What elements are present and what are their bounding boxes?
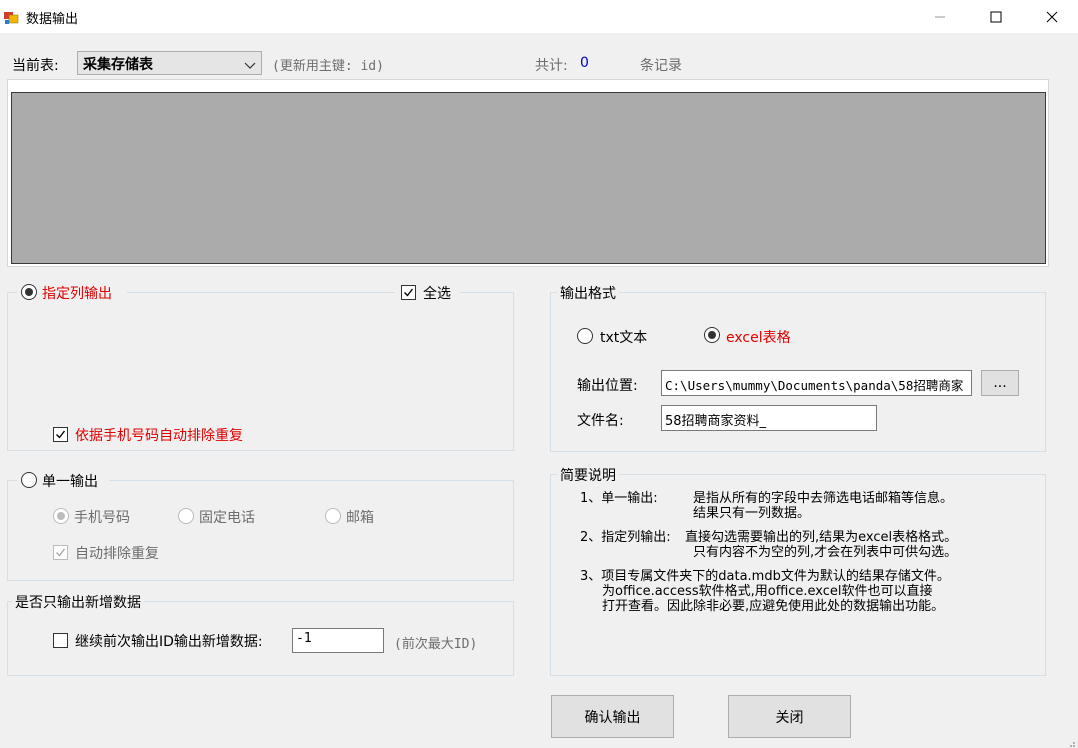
single-output-label: 单一输出 <box>42 474 98 490</box>
phone-option-label: 手机号码 <box>74 510 130 526</box>
close-button[interactable]: 关闭 <box>728 695 851 738</box>
landline-option-label: 固定电话 <box>199 510 255 526</box>
checkmark-icon <box>56 430 66 439</box>
column-output-radio[interactable] <box>21 284 37 300</box>
browse-button[interactable]: ... <box>981 370 1019 396</box>
last-id-input[interactable]: -1 <box>292 628 384 653</box>
output-location-label: 输出位置: <box>577 378 638 394</box>
table-select[interactable]: 采集存储表 <box>77 51 262 75</box>
email-option-radio[interactable] <box>325 508 341 524</box>
table-select-value: 采集存储表 <box>83 57 153 73</box>
update-key-note: (更新用主键: id) <box>272 59 384 74</box>
data-grid[interactable] <box>11 92 1046 264</box>
single-dedupe-checkbox[interactable] <box>53 545 68 560</box>
phone-option-radio[interactable] <box>53 508 69 524</box>
current-table-label: 当前表: <box>12 58 59 74</box>
landline-option-radio[interactable] <box>178 508 194 524</box>
note-1-line-1: 是指从所有的字段中去筛选电话邮箱等信息。 <box>693 491 954 506</box>
output-location-input[interactable]: C:\Users\mummy\Documents\panda\58招聘商家 <box>661 370 972 396</box>
total-count: 0 <box>580 55 589 71</box>
note-2-line-2: 只有内容不为空的列,才会在列表中可供勾选。 <box>693 545 958 560</box>
continue-id-label: 继续前次输出ID输出新增数据: <box>75 634 263 650</box>
note-2-line-1: 直接勾选需要输出的列,结果为excel表格格式。 <box>685 530 958 545</box>
txt-format-radio[interactable] <box>577 328 593 344</box>
close-window-button[interactable] <box>1024 0 1078 33</box>
minimize-icon <box>935 16 945 17</box>
email-option-label: 邮箱 <box>346 510 374 526</box>
phone-dedupe-checkbox[interactable] <box>53 427 68 442</box>
note-2-head: 2、指定列输出: <box>580 530 671 545</box>
note-3-line-1: 3、项目专属文件夹下的data.mdb文件为默认的结果存储文件。 <box>580 569 950 584</box>
single-output-radio[interactable] <box>21 472 37 488</box>
filename-label: 文件名: <box>577 413 624 429</box>
total-label: 共计: <box>535 58 568 74</box>
excel-format-label: excel表格 <box>726 330 791 346</box>
incremental-title: 是否只输出新增数据 <box>12 592 144 612</box>
checkmark-icon <box>56 548 66 557</box>
column-output-label: 指定列输出 <box>42 286 112 302</box>
window-title: 数据输出 <box>26 12 79 27</box>
maximize-icon <box>990 11 1002 22</box>
single-dedupe-label: 自动排除重复 <box>75 546 159 562</box>
select-all-checkbox[interactable] <box>401 285 416 300</box>
continue-id-checkbox[interactable] <box>53 633 68 648</box>
excel-format-radio[interactable] <box>704 327 720 343</box>
output-format-title: 输出格式 <box>557 283 619 303</box>
app-icon <box>3 9 19 25</box>
maximize-button[interactable] <box>968 0 1024 33</box>
chevron-down-icon[interactable] <box>244 58 256 74</box>
select-all-label: 全选 <box>423 286 451 302</box>
confirm-output-button[interactable]: 确认输出 <box>551 695 674 738</box>
phone-dedupe-label: 依据手机号码自动排除重复 <box>75 428 243 444</box>
minimize-button[interactable] <box>912 0 968 33</box>
close-icon <box>1046 11 1058 22</box>
records-label: 条记录 <box>640 58 682 74</box>
checkmark-icon <box>404 288 414 297</box>
filename-input[interactable]: 58招聘商家资料_ <box>661 405 877 431</box>
txt-format-label: txt文本 <box>600 330 648 346</box>
last-id-hint: (前次最大ID) <box>394 637 478 652</box>
notes-title: 简要说明 <box>557 465 619 485</box>
note-1-head: 1、单一输出: <box>580 491 658 506</box>
single-output-group <box>7 480 514 581</box>
note-3-line-3: 打开查看。因此除非必要,应避免使用此处的数据输出功能。 <box>602 599 945 614</box>
resize-grip-icon[interactable] <box>1066 736 1076 748</box>
note-3-line-2: 为office.access软件格式,用office.excel软件也可以直接 <box>602 584 933 599</box>
note-1-line-2: 结果只有一列数据。 <box>693 506 811 521</box>
